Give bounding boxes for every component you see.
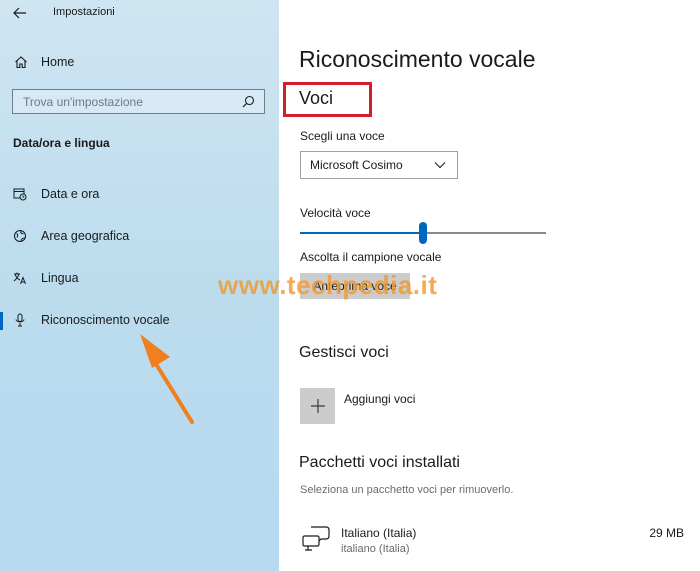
chevron-down-icon: [433, 158, 447, 172]
page-title: Riconoscimento vocale: [299, 46, 536, 72]
globe-icon: [12, 228, 28, 244]
app-title: Impostazioni: [53, 6, 115, 18]
watermark: www.techpedia.it: [218, 270, 438, 300]
voci-heading: Voci: [299, 88, 334, 108]
sidebar-item-data-e-ora[interactable]: Data e ora: [0, 182, 279, 206]
voice-select-label: Scegli una voce: [300, 129, 385, 143]
slider-fill: [300, 232, 423, 234]
installed-hint: Seleziona un pacchetto voci per rimuover…: [300, 484, 514, 496]
slider-thumb[interactable]: [419, 222, 427, 244]
package-subtitle: italiano (Italia): [341, 543, 410, 555]
home-icon: [13, 54, 29, 70]
sidebar-item-label: Data e ora: [41, 187, 100, 201]
add-voices-label[interactable]: Aggiungi voci: [344, 392, 415, 406]
calendar-clock-icon: [12, 186, 28, 202]
search-icon[interactable]: [240, 94, 256, 110]
annotation-arrow-icon: [140, 334, 194, 424]
add-voices-button[interactable]: [300, 388, 335, 424]
nav-home-label: Home: [41, 55, 75, 69]
speech-bubble-icon: [302, 526, 330, 551]
voice-dropdown[interactable]: Microsoft Cosimo: [300, 151, 458, 179]
package-name: Italiano (Italia): [341, 526, 417, 540]
search-placeholder: Trova un'impostazione: [23, 94, 143, 109]
back-arrow-icon: [13, 7, 26, 19]
manage-voices-heading: Gestisci voci: [299, 344, 389, 361]
voice-dropdown-value: Microsoft Cosimo: [310, 158, 403, 172]
plus-icon: [310, 399, 325, 413]
section-title: Data/ora e lingua: [13, 136, 110, 150]
selection-indicator: [0, 312, 3, 330]
sidebar-item-area-geografica[interactable]: Area geografica: [0, 224, 279, 248]
language-icon: [12, 270, 28, 286]
microphone-icon: [12, 312, 28, 328]
nav-home[interactable]: Home: [0, 50, 279, 74]
search-input[interactable]: Trova un'impostazione: [12, 89, 265, 114]
speed-label: Velocità voce: [300, 206, 371, 220]
title-bar: Impostazioni: [0, 0, 279, 26]
speed-slider[interactable]: [300, 222, 546, 244]
installed-packages-heading: Pacchetti voci installati: [299, 454, 460, 471]
sidebar-item-label: Area geografica: [41, 229, 130, 243]
sidebar-item-label: Lingua: [41, 271, 79, 285]
package-size: 29 MB: [649, 526, 684, 540]
back-button[interactable]: [8, 2, 32, 24]
sample-label: Ascolta il campione vocale: [300, 250, 442, 264]
